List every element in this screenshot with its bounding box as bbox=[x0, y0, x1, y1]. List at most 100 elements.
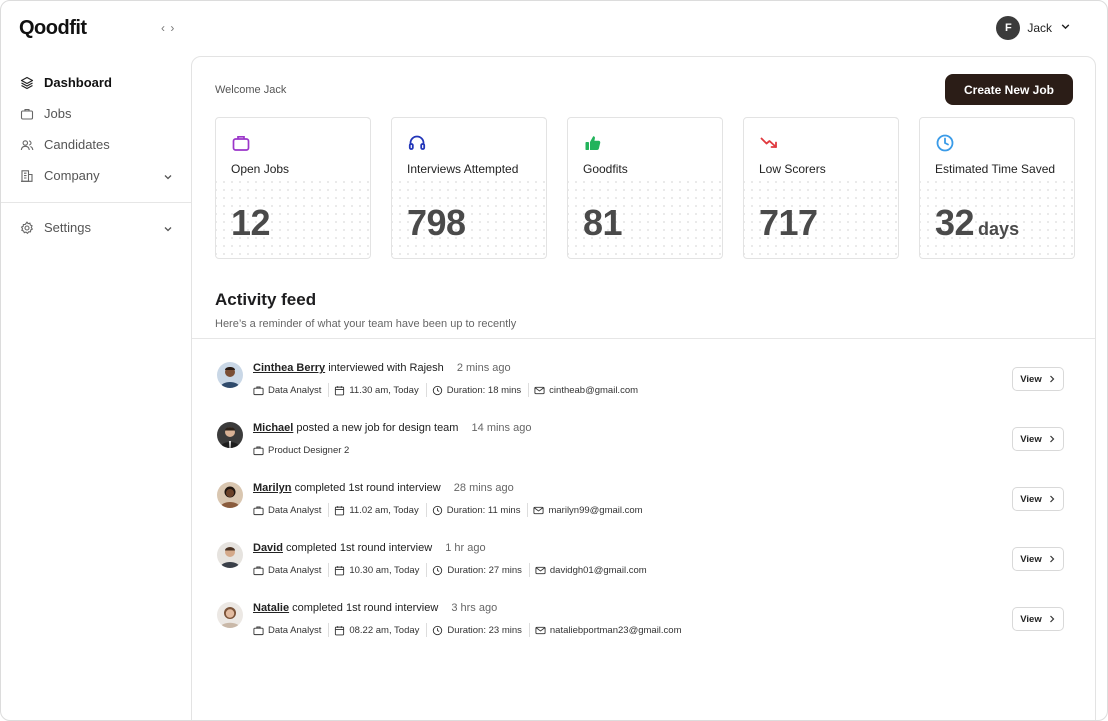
chevron-down-icon bbox=[1060, 19, 1071, 37]
calendar-icon bbox=[335, 625, 345, 635]
briefcase-icon bbox=[20, 107, 34, 121]
stats-row: Open Jobs 12 Interviews Attempted 798 Go… bbox=[215, 117, 1075, 259]
building-icon bbox=[20, 169, 34, 183]
sidebar-item-settings[interactable]: Settings bbox=[1, 212, 191, 243]
trend-down-icon bbox=[759, 133, 779, 153]
stat-card-goodfits[interactable]: Goodfits 81 bbox=[567, 117, 723, 259]
collapse-sidebar-icon[interactable]: ‹ › bbox=[161, 21, 175, 35]
stat-value: 12 bbox=[231, 202, 271, 243]
meta-email: cintheab@gmail.com bbox=[534, 383, 645, 397]
stat-label: Interviews Attempted bbox=[407, 162, 519, 176]
stat-card-low-scorers[interactable]: Low Scorers 717 bbox=[743, 117, 899, 259]
stat-card-open-jobs[interactable]: Open Jobs 12 bbox=[215, 117, 371, 259]
stat-label: Goodfits bbox=[583, 162, 628, 176]
activity-user-link[interactable]: Michael bbox=[253, 422, 293, 434]
clock-icon bbox=[433, 625, 443, 635]
sidebar-item-company[interactable]: Company bbox=[1, 160, 191, 191]
meta-role: Data Analyst bbox=[253, 503, 330, 517]
chevron-down-icon[interactable] bbox=[163, 222, 173, 237]
activity-meta: Data Analyst 11.30 am, Today Duration: 1… bbox=[253, 383, 650, 397]
activity-feed-title: Activity feed bbox=[215, 290, 317, 309]
activity-text: David completed 1st round interview 1 hr… bbox=[253, 542, 486, 554]
users-icon bbox=[20, 138, 34, 152]
list-item: Cinthea Berry interviewed with Rajesh 2 … bbox=[192, 359, 1095, 419]
stat-label: Open Jobs bbox=[231, 162, 290, 176]
meta-role: Product Designer 2 bbox=[253, 443, 356, 457]
mail-icon bbox=[535, 626, 546, 634]
view-button[interactable]: View bbox=[1012, 547, 1064, 571]
sidebar-item-label: Jobs bbox=[44, 106, 72, 121]
avatar: F bbox=[996, 16, 1021, 40]
chevron-down-icon[interactable] bbox=[163, 170, 173, 185]
activity-action: interviewed with Rajesh bbox=[328, 362, 444, 374]
chevron-right-icon bbox=[1049, 495, 1055, 503]
sidebar-item-candidates[interactable]: Candidates bbox=[1, 129, 191, 160]
list-item: Michael posted a new job for design team… bbox=[192, 419, 1095, 479]
calendar-icon bbox=[335, 565, 345, 575]
avatar bbox=[217, 362, 243, 388]
sidebar-settings-group: Settings bbox=[1, 212, 191, 243]
activity-action: completed 1st round interview bbox=[292, 602, 439, 614]
mail-icon bbox=[534, 386, 545, 394]
layers-icon bbox=[20, 76, 34, 90]
user-menu[interactable]: F Jack bbox=[996, 16, 1071, 40]
chevron-right-icon bbox=[1049, 615, 1055, 623]
activity-text: Michael posted a new job for design team… bbox=[253, 422, 531, 434]
activity-time: 2 mins ago bbox=[456, 362, 511, 374]
chevron-right-icon bbox=[1049, 555, 1055, 563]
list-item: Natalie completed 1st round interview 3 … bbox=[192, 599, 1095, 659]
activity-feed-subtitle: Here’s a reminder of what your team have… bbox=[215, 318, 517, 330]
meta-role: Data Analyst bbox=[253, 563, 330, 577]
briefcase-icon bbox=[253, 386, 264, 395]
clock-icon bbox=[432, 385, 442, 395]
clock-icon bbox=[935, 133, 955, 153]
thumbs-up-icon bbox=[583, 133, 603, 153]
stat-value: 81 bbox=[583, 202, 623, 243]
headphones-icon bbox=[407, 133, 427, 153]
briefcase-icon bbox=[253, 506, 264, 515]
stat-label: Estimated Time Saved bbox=[935, 162, 1056, 176]
sidebar-item-dashboard[interactable]: Dashboard bbox=[1, 67, 191, 98]
stat-label: Low Scorers bbox=[759, 162, 826, 176]
activity-feed: Cinthea Berry interviewed with Rajesh 2 … bbox=[192, 359, 1095, 659]
activity-user-link[interactable]: Natalie bbox=[253, 602, 289, 614]
activity-user-link[interactable]: Cinthea Berry bbox=[253, 362, 325, 374]
view-button[interactable]: View bbox=[1012, 427, 1064, 451]
stat-card-estimated-time-saved[interactable]: Estimated Time Saved 32 days bbox=[919, 117, 1075, 259]
view-button[interactable]: View bbox=[1012, 607, 1064, 631]
logo[interactable]: Qoodfit bbox=[19, 17, 87, 40]
activity-time: 1 hr ago bbox=[445, 542, 486, 554]
sidebar-item-label: Company bbox=[44, 168, 100, 183]
meta-slot: 11.02 am, Today bbox=[334, 503, 427, 517]
activity-user-link[interactable]: Marilyn bbox=[253, 482, 292, 494]
sidebar-item-jobs[interactable]: Jobs bbox=[1, 98, 191, 129]
stat-value: 798 bbox=[407, 202, 466, 243]
activity-meta: Data Analyst 11.02 am, Today Duration: 1… bbox=[253, 503, 655, 517]
stat-unit: days bbox=[978, 219, 1020, 239]
list-item: Marilyn completed 1st round interview 28… bbox=[192, 479, 1095, 539]
view-button[interactable]: View bbox=[1012, 487, 1064, 511]
gear-icon bbox=[20, 220, 34, 235]
chevron-right-icon bbox=[1049, 435, 1055, 443]
sidebar-item-label: Candidates bbox=[44, 137, 110, 152]
activity-time: 28 mins ago bbox=[453, 482, 514, 494]
list-item: David completed 1st round interview 1 hr… bbox=[192, 539, 1095, 599]
activity-user-link[interactable]: David bbox=[253, 542, 283, 554]
stat-card-interviews-attempted[interactable]: Interviews Attempted 798 bbox=[391, 117, 547, 259]
create-new-job-button[interactable]: Create New Job bbox=[945, 74, 1073, 105]
meta-duration: Duration: 27 mins bbox=[432, 563, 530, 577]
briefcase-icon bbox=[253, 566, 264, 575]
main-panel: Welcome Jack Create New Job Open Jobs 12… bbox=[191, 56, 1096, 720]
calendar-icon bbox=[335, 505, 345, 515]
activity-time: 3 hrs ago bbox=[451, 602, 498, 614]
stat-value: 32 days bbox=[935, 202, 1020, 243]
clock-icon bbox=[432, 505, 442, 515]
sidebar-nav: Dashboard Jobs Candidates Company bbox=[1, 67, 191, 191]
view-button[interactable]: View bbox=[1012, 367, 1064, 391]
mail-icon bbox=[533, 506, 545, 514]
feed-divider bbox=[192, 338, 1095, 339]
activity-text: Marilyn completed 1st round interview 28… bbox=[253, 482, 514, 494]
avatar bbox=[217, 422, 243, 448]
meta-role: Data Analyst bbox=[253, 383, 330, 397]
avatar bbox=[217, 542, 243, 568]
